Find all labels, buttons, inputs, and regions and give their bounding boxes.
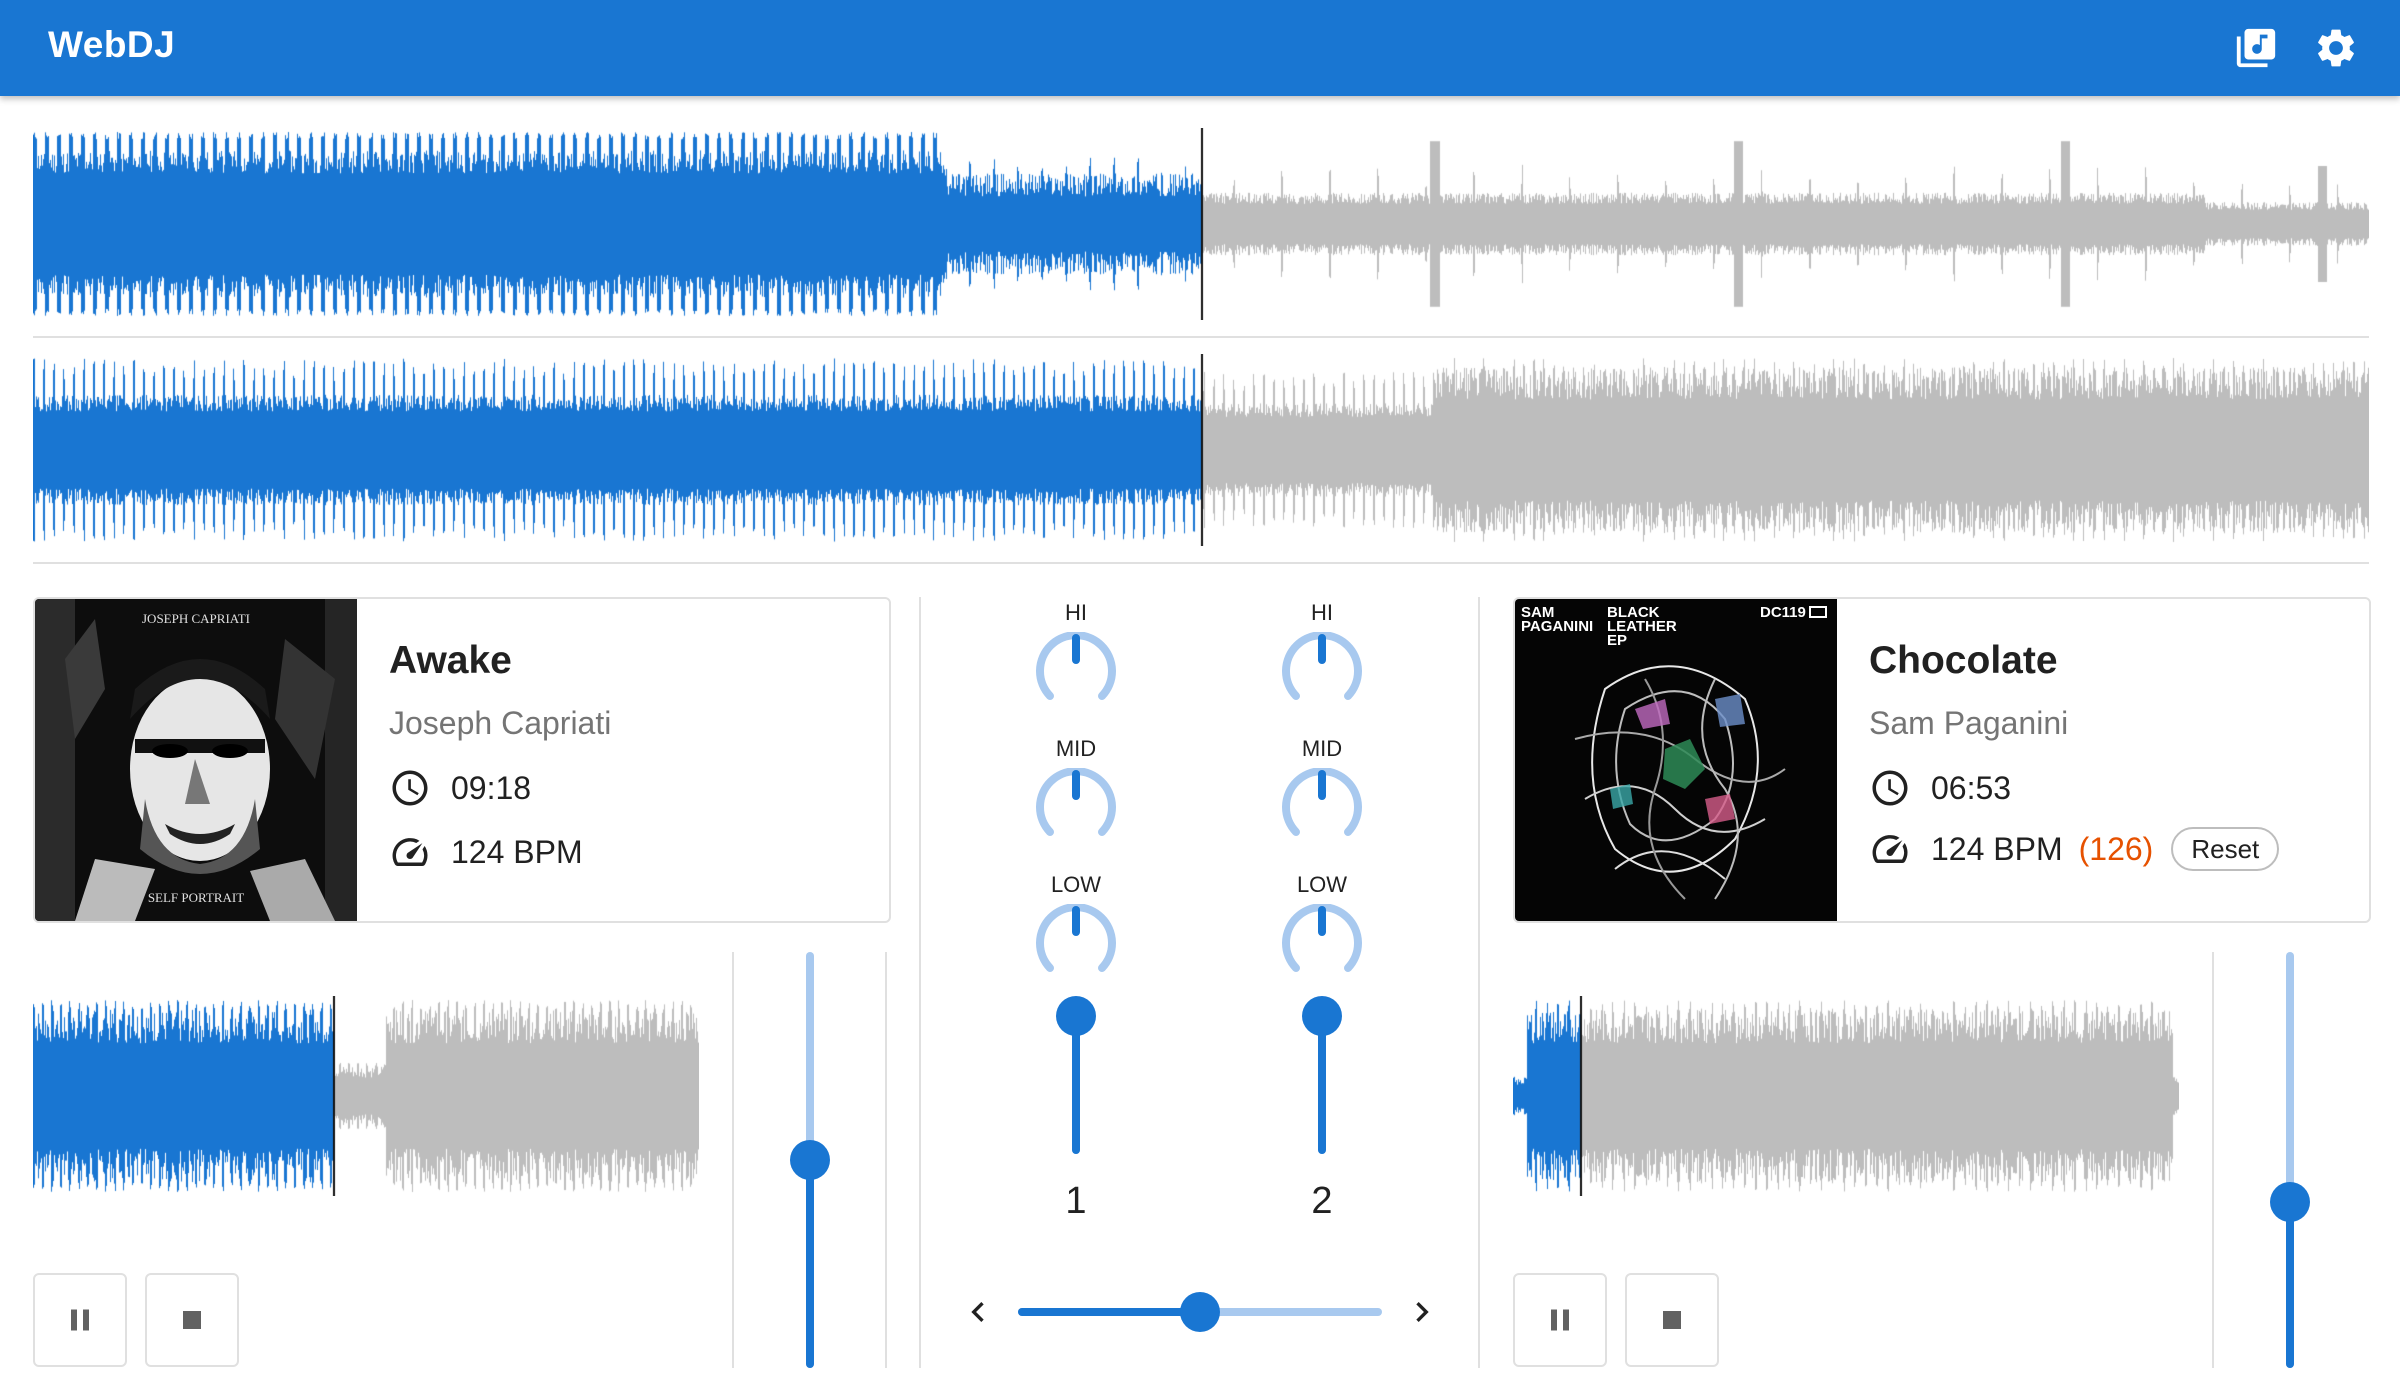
channel1-label: 1	[1065, 1180, 1087, 1222]
app-bar: WebDJ	[0, 0, 2400, 96]
divider	[33, 562, 2369, 564]
deck2-track-card: SAM PAGANINI BLACK LEATHER EP DC119 Choc…	[1513, 597, 2371, 923]
svg-text:JOSEPH CAPRIATI: JOSEPH CAPRIATI	[142, 611, 250, 626]
deck1-track-card: JOSEPH CAPRIATI SELF PORTRAIT Awake Jose…	[33, 597, 891, 923]
crossfader-fill	[1018, 1308, 1200, 1316]
deck1-track-title: Awake	[389, 639, 512, 682]
svg-text:SELF PORTRAIT: SELF PORTRAIT	[148, 890, 244, 905]
deck2-album-cover: SAM PAGANINI BLACK LEATHER EP DC119	[1515, 599, 1837, 921]
chevron-right-icon[interactable]	[1402, 1292, 1442, 1332]
stop-icon	[183, 1311, 201, 1329]
deck1-track-artist: Joseph Capriati	[389, 705, 612, 741]
divider	[1478, 597, 1480, 1368]
deck1-overview-waveform[interactable]	[33, 128, 2369, 320]
clock-icon	[1872, 770, 1908, 806]
deck2-track-title: Chocolate	[1869, 639, 2058, 682]
eq-mid-knob-1[interactable]	[1034, 768, 1118, 852]
channel2-label: 2	[1311, 1180, 1333, 1222]
speedometer-icon	[392, 838, 428, 866]
chevron-left-icon[interactable]	[958, 1292, 998, 1332]
eq-hi-knob-2[interactable]	[1280, 632, 1364, 716]
stop-icon	[1663, 1311, 1681, 1329]
deck1-tempo-slider[interactable]	[780, 952, 840, 1368]
slider-thumb[interactable]	[1302, 996, 1342, 1036]
slider-thumb[interactable]	[2270, 1181, 2310, 1222]
eq-hi-label-2: HI	[1311, 600, 1333, 625]
channel2-volume-fader[interactable]	[1292, 996, 1352, 1154]
slider-fill	[1072, 1016, 1080, 1154]
deck1-album-cover: JOSEPH CAPRIATI SELF PORTRAIT	[35, 599, 357, 921]
clock-icon	[392, 770, 428, 806]
eq-mid-label-1: MID	[1055, 736, 1097, 761]
eq-mid-label-2: MID	[1301, 736, 1343, 761]
deck2-pause-button[interactable]	[1513, 1273, 1607, 1367]
eq-low-label-1: LOW	[1050, 872, 1102, 897]
deck2-bpm-row: 124 BPM (126) Reset	[1869, 827, 2280, 871]
eq-low-label-2: LOW	[1296, 872, 1348, 897]
deck1-pause-button[interactable]	[33, 1273, 127, 1367]
svg-text:EP: EP	[1607, 632, 1627, 649]
deck2-duration: 06:53	[1931, 769, 2012, 806]
divider	[2212, 952, 2214, 1368]
deck2-overview-waveform[interactable]	[33, 354, 2369, 546]
divider	[732, 952, 734, 1368]
deck1-bpm-row: 124 BPM	[389, 831, 583, 873]
svg-text:DC119: DC119	[1760, 604, 1806, 621]
deck1-duration: 09:18	[451, 769, 532, 806]
pause-icon	[71, 1309, 89, 1331]
deck2-bpm: 124 BPM	[1931, 830, 2063, 867]
channel1-volume-fader[interactable]	[1046, 996, 1106, 1154]
svg-text:PAGANINI: PAGANINI	[1521, 618, 1593, 635]
slider-fill	[1318, 1016, 1326, 1154]
divider	[33, 336, 2369, 338]
gear-icon[interactable]	[2312, 24, 2360, 72]
deck2-waveform[interactable]	[1513, 996, 2179, 1196]
eq-low-knob-1[interactable]	[1034, 904, 1118, 988]
deck2-pitch-bpm: (126)	[2078, 830, 2154, 867]
deck1-duration-row: 09:18	[389, 767, 531, 809]
deck2-track-artist: Sam Paganini	[1869, 705, 2069, 741]
eq-low-knob-2[interactable]	[1280, 904, 1364, 988]
app-title: WebDJ	[48, 24, 176, 65]
divider	[885, 952, 887, 1368]
eq-hi-label-1: HI	[1065, 600, 1087, 625]
reset-pitch-button[interactable]: Reset	[2171, 827, 2280, 871]
deck1-bpm: 124 BPM	[451, 833, 583, 870]
speedometer-icon	[1872, 835, 1908, 863]
deck1-stop-button[interactable]	[145, 1273, 239, 1367]
deck2-duration-row: 06:53	[1869, 767, 2011, 809]
pause-icon	[1551, 1309, 1569, 1331]
deck1-waveform[interactable]	[33, 996, 699, 1196]
slider-thumb[interactable]	[1056, 996, 1096, 1036]
slider-fill	[2286, 1201, 2294, 1368]
crossfader[interactable]	[1018, 1290, 1382, 1334]
slider-fill	[806, 1160, 814, 1368]
deck2-stop-button[interactable]	[1625, 1273, 1719, 1367]
crossfader-thumb[interactable]	[1180, 1292, 1220, 1332]
music-library-icon[interactable]	[2232, 24, 2280, 72]
slider-thumb[interactable]	[790, 1140, 830, 1180]
deck2-tempo-slider[interactable]	[2260, 952, 2320, 1368]
eq-mid-knob-2[interactable]	[1280, 768, 1364, 852]
divider	[919, 597, 921, 1368]
eq-hi-knob-1[interactable]	[1034, 632, 1118, 716]
